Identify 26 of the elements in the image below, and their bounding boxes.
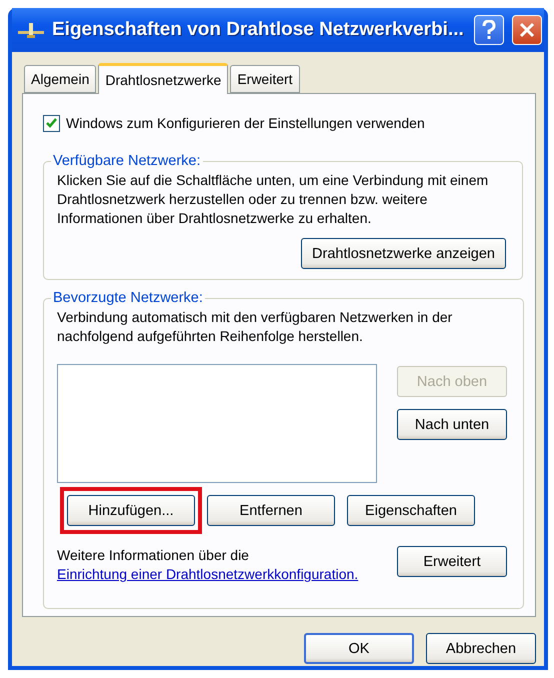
show-networks-button[interactable]: Drahtlosnetzwerke anzeigen [301, 238, 506, 269]
checkbox-label: Windows zum Konfigurieren der Einstellungen verwenden [66, 114, 425, 133]
dialog-button[interactable]: OK [304, 633, 414, 664]
close-icon [519, 22, 535, 38]
action-button[interactable]: Hinzufügen... [67, 495, 195, 526]
tab[interactable]: Erweitert [230, 65, 300, 93]
close-button[interactable] [512, 15, 542, 45]
tab[interactable]: Drahtlosnetzwerke [98, 63, 228, 94]
action-button[interactable]: Eigenschaften [347, 495, 475, 526]
window-title: Eigenschaften von Drahtlose Netzwerkverbi... [52, 19, 465, 41]
advanced-button[interactable]: Erweitert [397, 546, 507, 577]
description-text: Verbindung automatisch mit den verfügbaren Netzwerken in der nachfolgend aufgeführten Reihenfolge herstellen. [57, 308, 454, 346]
move-button[interactable]: Nach unten [397, 409, 507, 440]
description-text: Klicken Sie auf die Schaltfläche unten, um eine Verbindung mit einem Drahtlosnetzwerk herzustellen oder zu trennen bzw. weitere Informationen über Drahtlosnetzwerke zu erhalten. [57, 171, 490, 228]
tab[interactable]: Algemein [24, 65, 96, 93]
network-list[interactable] [57, 364, 377, 483]
checkbox[interactable] [43, 115, 60, 132]
info-text: Weitere Informationen über die Einrichtung einer Drahtlosnetzwerkkonfiguration. [57, 546, 360, 584]
group-title: Bevorzugte Netzwerke: [52, 290, 204, 306]
help-icon [482, 20, 496, 40]
dialog-button[interactable]: Abbrechen [426, 633, 536, 664]
setup-link[interactable]: Einrichtung einer Drahtlosnetzwerkkonfiguration. [57, 566, 358, 582]
help-button[interactable] [474, 15, 504, 45]
action-button[interactable]: Entfernen [207, 495, 335, 526]
group-title: Verfügbare Netzwerke: [52, 153, 202, 169]
network-icon [18, 21, 44, 39]
